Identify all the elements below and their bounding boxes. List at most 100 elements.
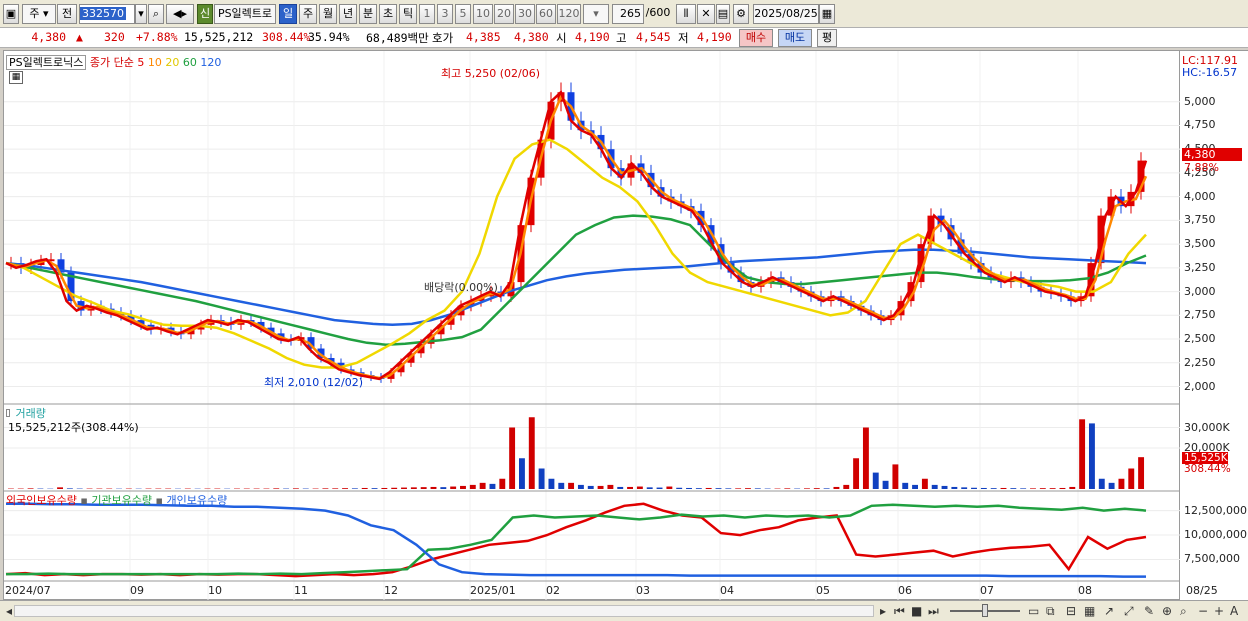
trend-icon[interactable]: ↗ [1104,604,1114,618]
individual-holdings-label[interactable]: 개인보유수량 [167,494,228,507]
market-type-select[interactable]: 주 ▾ [22,4,56,24]
ma10-line [5,94,1148,380]
volume-bar [784,488,791,489]
window-icon[interactable]: ▣ [3,4,19,24]
font-icon[interactable]: A [1230,604,1238,618]
volume-bar [499,478,506,489]
buy-button[interactable]: 매수 [739,29,773,47]
period-month[interactable]: 월 [319,4,337,24]
zoom-in-icon[interactable]: + [1214,604,1224,618]
period-second[interactable]: 초 [379,4,397,24]
zoom-out-icon[interactable]: − [1198,604,1208,618]
current-price: 4,380 [31,30,66,44]
period-week[interactable]: 주 [299,4,317,24]
search-icon[interactable]: ⌕ [148,4,164,24]
eval-button[interactable]: 평 [817,29,837,47]
volume-bar [971,487,977,489]
next-page-icon[interactable]: ⏭ [928,604,939,619]
stop-icon[interactable]: ■ [911,604,922,618]
period-year[interactable]: 년 [339,4,357,24]
minute-120[interactable]: 120 [557,4,581,24]
date-input[interactable]: 2025/08/25 [753,4,819,24]
chart-canvas[interactable]: PS일렉트로닉스 종가 단순 5 10 20 60 120 ▦ 최고 5,250… [3,50,1181,601]
x-tick-label: 02 [546,584,560,597]
change-arrow: ▲ [76,30,83,44]
speaker-icon[interactable]: ◀▸ [166,4,194,24]
volume-bar [568,482,575,489]
hc-value: HC:-16.57 [1182,66,1238,79]
ma120-label: 120 [200,56,222,69]
open-label: 시 [556,31,567,45]
ma20-label: 20 [165,56,180,69]
count-input[interactable]: 265 [612,4,644,24]
x-tick-label: 2025/01 [470,584,516,597]
scroll-left-icon[interactable]: ◂ [6,604,12,618]
stock-label[interactable]: PS일렉트로닉스 [6,55,87,70]
table-icon[interactable]: ▦ [1084,604,1095,618]
crosshair-icon[interactable]: ✕ [697,4,715,24]
tool-icon[interactable]: ✎ [1144,604,1154,618]
volume-bar [656,487,663,489]
x-tick-label: 05 [816,584,830,597]
minute-5[interactable]: 5 [455,4,471,24]
volume-bar [450,486,457,489]
foreign-holdings-label[interactable]: 외국인보유수량 [6,494,77,507]
code-input[interactable]: 332570 [79,4,135,24]
holdings-tick-label: 10,000,000 [1184,528,1247,542]
volume-bar [440,487,447,489]
volume-bar [617,486,624,489]
open-price: 4,190 [575,30,610,44]
save-icon[interactable]: ▤ [716,4,730,24]
stock-name-field[interactable]: PS일렉트로 [214,4,276,24]
zoom-slider-handle[interactable] [982,604,988,617]
volume-bar [1049,488,1056,489]
price-tick-label: 3,250 [1184,260,1216,274]
volume-bar [528,417,535,489]
window-split-icon[interactable]: ⊟ [1066,604,1076,618]
layout-icon[interactable]: ▭ [1028,604,1039,618]
volume-bar [1079,419,1086,489]
draw-icon[interactable]: ⤢ [1124,604,1134,619]
gear-icon[interactable]: ⚙ [733,4,749,24]
x-tick-label: 2024/07 [5,584,51,597]
minute-10[interactable]: 10 [473,4,493,24]
institution-holdings-label[interactable]: 기관보유수량 [91,494,152,507]
price-tick-label: 3,500 [1184,237,1216,251]
minute-30[interactable]: 30 [515,4,535,24]
volume-bar [1000,487,1007,489]
minute-20[interactable]: 20 [494,4,514,24]
minute-custom-select[interactable]: ▾ [583,4,609,24]
bid-price: 4,385 [466,30,501,44]
dividend-annotation: 배당락(0.00%) [424,281,498,294]
period-minute[interactable]: 분 [359,4,377,24]
zoom-icon[interactable]: ⊕ [1162,604,1172,618]
volume-bar [912,484,918,489]
volume-bar [332,488,339,489]
calendar-icon[interactable]: ▦ [819,4,835,24]
x-tick-label: 07 [980,584,994,597]
volume-bar [1098,478,1105,489]
scroll-right-icon[interactable]: ▸ [880,604,886,618]
volume-bar [902,482,909,489]
volume-bar [597,485,604,489]
minute-1[interactable]: 1 [419,4,435,24]
prev-button[interactable]: 전 [57,4,77,24]
period-day[interactable]: 일 [279,4,297,24]
search-zoom-icon[interactable]: ⌕ [1180,604,1187,619]
minute-60[interactable]: 60 [536,4,556,24]
volume-bar [361,487,368,489]
scroll-track[interactable] [14,605,874,617]
candle-icon[interactable]: ⫴ [676,4,696,24]
sell-button[interactable]: 매도 [778,29,812,47]
prev-page-icon[interactable]: ⏮ [894,604,905,619]
minute-3[interactable]: 3 [437,4,453,24]
split-icon[interactable]: ⧉ [1046,604,1055,619]
period-tick[interactable]: 틱 [399,4,417,24]
volume-bar [420,487,427,489]
volume-bar [892,464,899,489]
code-dropdown-icon[interactable]: ▾ [135,4,147,24]
volume-bar [961,487,968,489]
volume-bar [391,487,398,489]
holdings-legend: 외국인보유수량 ▪ 기관보유수량 ▪ 개인보유수량 [6,494,228,507]
calculator-icon[interactable]: ▦ [9,71,23,84]
